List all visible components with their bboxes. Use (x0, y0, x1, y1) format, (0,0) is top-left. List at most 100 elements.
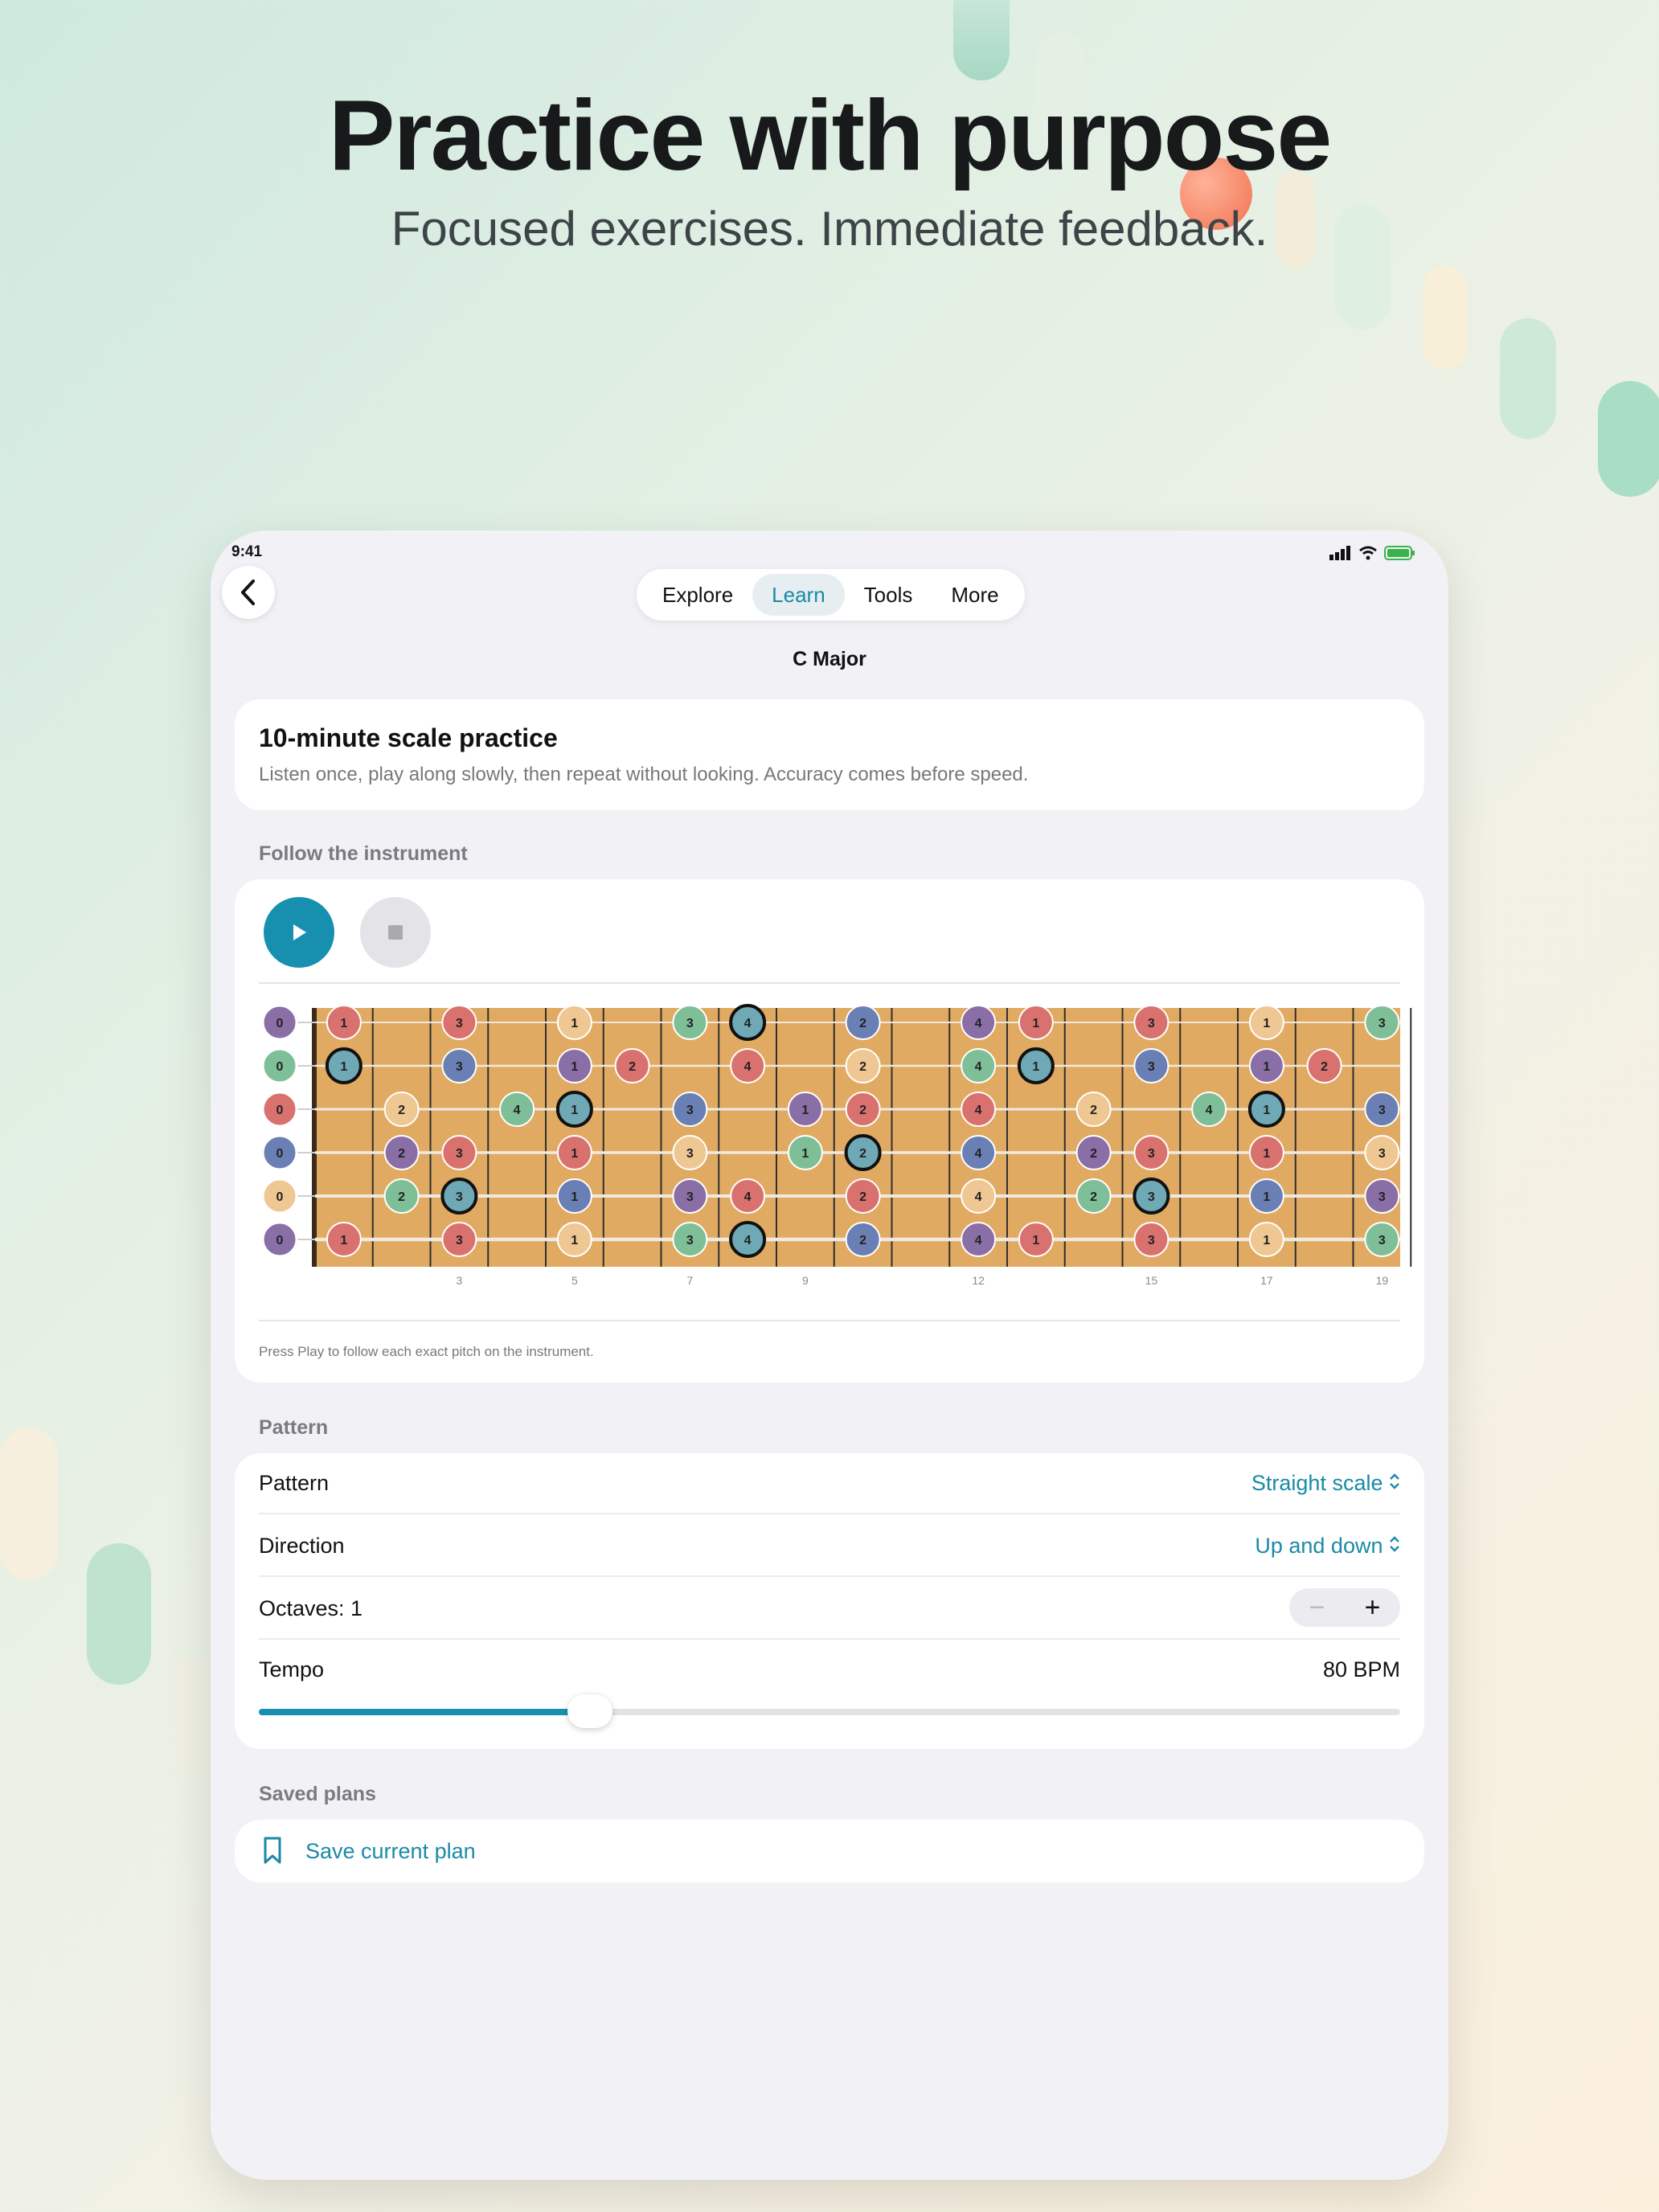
fret-number-label: 12 (972, 1274, 985, 1287)
segmented-tabs: Explore Learn Tools More (637, 569, 1025, 621)
finger-number-label: 2 (1321, 1060, 1328, 1074)
hero-title: Practice with purpose (328, 80, 1333, 191)
finger-number-label: 1 (571, 1190, 578, 1204)
save-plan-label: Save current plan (305, 1839, 476, 1863)
stop-button[interactable] (360, 897, 431, 968)
finger-number-label: 2 (859, 1060, 866, 1074)
pattern-picker[interactable]: Straight scale (1251, 1471, 1400, 1496)
finger-number-label: 3 (686, 1104, 694, 1117)
finger-number-label: 1 (340, 1234, 347, 1247)
fret-number-label: 9 (802, 1274, 809, 1287)
finger-number-label: 1 (1263, 1190, 1270, 1204)
finger-number-label: 1 (1263, 1060, 1270, 1074)
finger-number-label: 4 (514, 1104, 521, 1117)
status-icons (1329, 545, 1416, 561)
play-icon (293, 924, 306, 940)
finger-number-label: 3 (456, 1147, 463, 1161)
finger-number-label: 1 (571, 1017, 578, 1030)
finger-number-label: 1 (1032, 1234, 1039, 1247)
direction-row[interactable]: Direction Up and down (259, 1516, 1400, 1577)
open-string-label: 0 (276, 1060, 284, 1074)
finger-number-label: 1 (1263, 1017, 1270, 1030)
finger-number-label: 1 (801, 1104, 809, 1117)
finger-number-label: 3 (1378, 1104, 1386, 1117)
tempo-row: Tempo 80 BPM (259, 1640, 1400, 1701)
finger-number-label: 3 (1148, 1190, 1155, 1204)
tempo-slider-thumb[interactable] (567, 1694, 612, 1728)
intro-description: Listen once, play along slowly, then rep… (259, 764, 1029, 785)
decrement-button[interactable]: − (1289, 1588, 1345, 1627)
finger-number-label: 3 (456, 1190, 463, 1204)
page-title: C Major (793, 648, 866, 670)
finger-number-label: 1 (571, 1060, 578, 1074)
finger-number-label: 2 (859, 1190, 866, 1204)
pattern-row[interactable]: Pattern Straight scale (259, 1453, 1400, 1514)
fret-number-label: 7 (686, 1274, 693, 1287)
decor-pill (87, 1543, 151, 1685)
section-label-instrument: Follow the instrument (259, 842, 468, 865)
chevron-up-down-icon (1390, 1536, 1399, 1552)
back-button[interactable] (222, 566, 275, 619)
finger-number-label: 1 (1263, 1234, 1270, 1247)
divider (259, 982, 1400, 984)
chevron-up-down-icon (1390, 1473, 1399, 1489)
section-label-saved: Saved plans (259, 1783, 376, 1805)
finger-number-label: 3 (1148, 1234, 1155, 1247)
finger-number-label: 4 (975, 1234, 982, 1247)
open-string-label: 0 (276, 1104, 284, 1117)
open-string-label: 0 (276, 1190, 284, 1204)
divider (259, 1320, 1400, 1321)
finger-number-label: 2 (859, 1234, 866, 1247)
finger-number-label: 2 (1090, 1104, 1097, 1117)
instrument-card: 3 5 7 9 12 15 17 19 0 0 0 0 0 0 1 3 1 3 4 2 4 1 3 1 3 1 3 1 2 4 2 4 1 3 1 2… (235, 879, 1424, 1382)
finger-number-label: 2 (859, 1147, 866, 1161)
finger-number-label: 1 (340, 1060, 347, 1074)
finger-number-label: 2 (859, 1104, 866, 1117)
device-screen: 9:41 Explore Learn Tools More C Major 10… (211, 530, 1448, 2180)
intro-title: 10-minute scale practice (259, 723, 558, 752)
save-plan-button[interactable]: Save current plan (235, 1820, 1424, 1882)
octaves-row: Octaves: 1 − + (259, 1579, 1400, 1640)
finger-number-label: 2 (398, 1190, 405, 1204)
finger-number-label: 3 (1148, 1060, 1155, 1074)
tempo-label: Tempo (259, 1657, 325, 1682)
fretboard: 3 5 7 9 12 15 17 190000001 3 1 3 4 2 4 1 3 1 31 3 1 2 4 2 4 1 3 1 2… (261, 1004, 1412, 1287)
tempo-slider[interactable] (259, 1694, 1400, 1728)
octaves-stepper[interactable]: − + (1289, 1588, 1400, 1627)
finger-number-label: 3 (456, 1060, 463, 1074)
stop-icon (388, 925, 403, 940)
finger-number-label: 4 (975, 1060, 982, 1074)
finger-number-label: 1 (571, 1147, 578, 1161)
finger-number-label: 4 (975, 1147, 982, 1161)
direction-picker[interactable]: Up and down (1255, 1534, 1400, 1559)
tab-learn[interactable]: Learn (752, 574, 845, 616)
finger-number-label: 4 (744, 1060, 752, 1074)
fret-number-label: 15 (1145, 1274, 1158, 1287)
open-string-label: 0 (276, 1017, 284, 1030)
increment-button[interactable]: + (1345, 1588, 1400, 1627)
finger-number-label: 3 (686, 1147, 694, 1161)
intro-card: 10-minute scale practice Listen once, pl… (235, 699, 1424, 810)
finger-number-label: 4 (975, 1190, 982, 1204)
decor-pill (174, 1656, 215, 1768)
row-separator (259, 1513, 1400, 1514)
finger-number-label: 4 (744, 1017, 752, 1030)
play-button[interactable] (264, 897, 334, 968)
finger-number-label: 3 (686, 1190, 694, 1204)
pattern-value: Straight scale (1251, 1471, 1383, 1495)
section-label-pattern: Pattern (259, 1416, 329, 1439)
fret-number-label: 19 (1376, 1274, 1389, 1287)
row-separator (259, 1575, 1400, 1577)
nut (312, 1008, 317, 1267)
finger-number-label: 4 (975, 1017, 982, 1030)
finger-number-label: 4 (975, 1104, 982, 1117)
tab-explore[interactable]: Explore (643, 574, 752, 616)
fret-number-label: 3 (456, 1274, 462, 1287)
finger-number-label: 4 (1206, 1104, 1213, 1117)
status-bar: 9:41 (231, 537, 1416, 569)
decor-pill (0, 1428, 58, 1580)
tab-tools[interactable]: Tools (845, 574, 932, 616)
tab-more[interactable]: More (932, 574, 1018, 616)
tempo-slider-fill (259, 1709, 590, 1715)
decor-pill (1423, 265, 1468, 370)
